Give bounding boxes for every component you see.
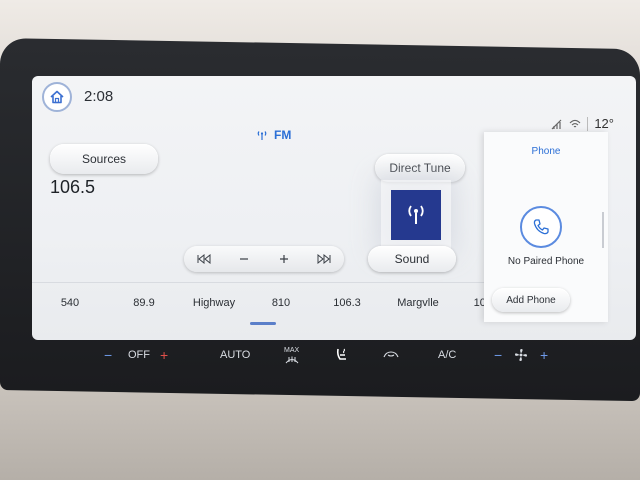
band-label: FM [274,128,292,142]
status-divider [587,116,589,131]
max-label: MAX [284,346,300,354]
fan-speed-up-button[interactable]: + [160,347,168,363]
tune-up-button[interactable] [264,252,304,267]
seat-heat-button[interactable] [334,347,350,363]
auto-climate-button[interactable]: AUTO [220,349,250,361]
home-icon [50,90,64,104]
radio-antenna-icon [257,131,267,140]
climate-bar: − OFF + AUTO MAX A/C − + [86,340,572,370]
phone-icon [533,219,549,235]
preset-item[interactable]: Highway [180,297,248,309]
seat-heat-icon [336,348,346,360]
preset-item[interactable]: 89.9 [108,297,180,309]
recirculate-button[interactable] [382,350,400,360]
phone-title: Phone [531,146,561,157]
sound-label: Sound [394,252,430,266]
station-art-tile[interactable] [391,190,441,240]
tuner-controls [184,246,344,272]
seek-back-button[interactable] [184,252,224,267]
defrost-icon [285,356,298,363]
add-phone-button[interactable]: Add Phone [492,288,570,312]
preset-item[interactable]: 106.3 [314,297,380,309]
add-phone-label: Add Phone [506,294,556,306]
max-defrost-button[interactable]: MAX [284,346,299,365]
fan-icon [515,349,527,361]
fan-indicator [514,348,528,362]
status-area: 12° [551,116,614,131]
fan-speed-down-button[interactable]: − [104,347,112,363]
scrollbar[interactable] [602,212,604,248]
home-button[interactable] [42,82,72,112]
skip-back-icon [197,253,211,264]
ac-button[interactable]: A/C [438,349,456,361]
preset-item[interactable]: 810 [248,297,314,309]
phone-status: No Paired Phone [507,256,585,267]
climate-off-button[interactable]: OFF [128,349,150,361]
current-frequency: 106.5 [50,177,96,197]
recirculate-icon [383,351,399,358]
infotainment-screen: 2:08 12° FM Sources 106.5 Direct Tune So… [32,76,636,340]
tune-down-button[interactable] [224,252,264,267]
preset-bar: 540 89.9 Highway 810 106.3 Margvlle 108 [32,282,494,323]
phone-panel: Phone No Paired Phone Add Phone [484,132,608,322]
sources-label: Sources [81,152,127,166]
signal-icon [551,119,562,129]
direct-tune-button[interactable]: Direct Tune [375,154,465,182]
direct-tune-label: Direct Tune [389,161,451,175]
radio-antenna-icon [408,205,424,224]
phone-call-button[interactable] [520,206,562,248]
sources-button[interactable]: Sources [50,144,158,174]
outside-temperature: 12° [594,116,614,131]
fan-down-button[interactable]: − [494,347,502,363]
band-indicator: FM [256,128,291,142]
preset-item[interactable]: Margvlle [380,297,456,309]
preset-item[interactable]: 540 [32,297,108,309]
fan-up-button[interactable]: + [540,347,548,363]
preset-page-indicator [250,322,276,325]
seek-forward-button[interactable] [304,252,344,267]
skip-forward-icon [317,253,331,264]
minus-icon [240,257,248,260]
plus-icon [280,254,288,263]
clock: 2:08 [84,88,114,105]
wifi-icon [569,119,581,127]
sound-button[interactable]: Sound [368,246,456,272]
